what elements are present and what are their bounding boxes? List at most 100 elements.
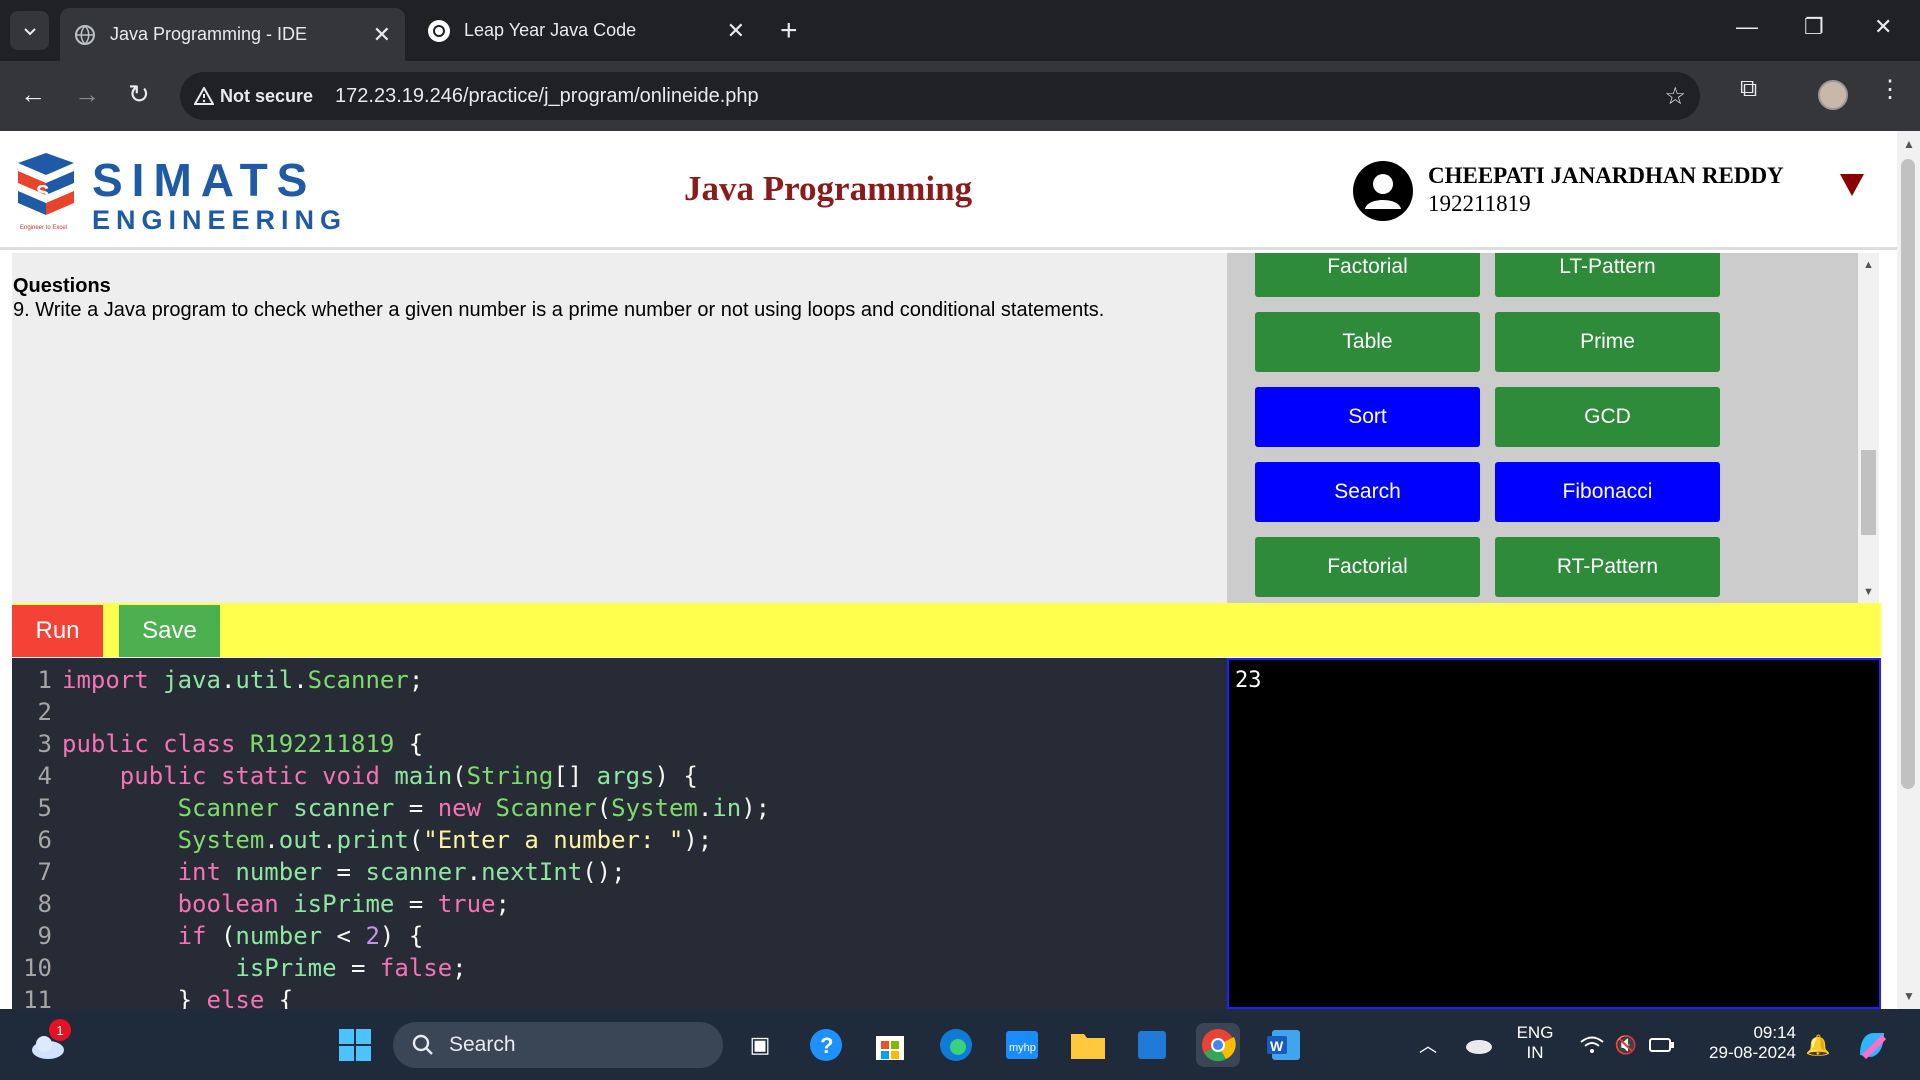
- browser-toolbar: ← → ↻ Not secure 172.23.19.246/practice/…: [0, 61, 1920, 131]
- bookmark-star-icon[interactable]: ☆: [1664, 82, 1686, 111]
- code-line[interactable]: 8 boolean isPrime = true;: [12, 890, 510, 922]
- new-tab-button[interactable]: +: [780, 14, 798, 48]
- language-code: ENG: [1516, 1023, 1554, 1042]
- scroll-up-icon[interactable]: ▲: [1903, 137, 1915, 151]
- scroll-thumb[interactable]: [1861, 450, 1876, 535]
- close-tab-icon[interactable]: ✕: [373, 22, 391, 48]
- code-line[interactable]: 2: [12, 698, 62, 730]
- copilot-icon[interactable]: [1850, 1023, 1894, 1067]
- code-text[interactable]: System.out.print("Enter a number: ");: [62, 826, 713, 854]
- back-icon[interactable]: ←: [20, 79, 46, 110]
- scroll-down-icon[interactable]: ▼: [1863, 586, 1874, 598]
- scroll-up-icon[interactable]: ▲: [1863, 259, 1874, 271]
- user-avatar-icon[interactable]: [1353, 161, 1413, 221]
- help-icon[interactable]: ?: [804, 1023, 848, 1067]
- program-button-rt-pattern[interactable]: RT-Pattern: [1495, 537, 1720, 597]
- code-text[interactable]: Scanner scanner = new Scanner(System.in)…: [62, 794, 771, 822]
- tab-search-button[interactable]: [10, 11, 49, 50]
- code-line[interactable]: 7 int number = scanner.nextInt();: [12, 858, 626, 890]
- line-number: 3: [37, 730, 52, 758]
- code-text[interactable]: public class R192211819 {: [62, 730, 423, 758]
- onedrive-icon[interactable]: [1456, 1023, 1500, 1067]
- tab-leap-year[interactable]: Leap Year Java Code ✕: [414, 8, 759, 53]
- program-button-search[interactable]: Search: [1255, 462, 1480, 522]
- code-line[interactable]: 1 import java.util.Scanner;: [12, 666, 424, 698]
- code-text[interactable]: int number = scanner.nextInt();: [62, 858, 626, 886]
- chrome-icon[interactable]: [1196, 1023, 1240, 1067]
- extensions-icon[interactable]: ⧉: [1740, 75, 1757, 103]
- close-window-icon[interactable]: ✕: [1874, 14, 1892, 40]
- code-editor[interactable]: 1 import java.util.Scanner; 2 3 public class…: [12, 658, 1227, 1009]
- line-number: 11: [23, 986, 52, 1009]
- code-line[interactable]: 6 System.out.print("Enter a number: ");: [12, 826, 713, 858]
- app-icon[interactable]: [1130, 1023, 1174, 1067]
- save-button[interactable]: Save: [119, 605, 220, 657]
- close-tab-icon[interactable]: ✕: [727, 18, 745, 44]
- file-explorer-icon[interactable]: [1066, 1023, 1110, 1067]
- forward-icon[interactable]: →: [74, 79, 100, 110]
- clock[interactable]: 09:14 29-08-2024: [1692, 1023, 1796, 1063]
- battery-icon[interactable]: [1640, 1023, 1684, 1067]
- program-button-sort[interactable]: Sort: [1255, 387, 1480, 447]
- code-line[interactable]: 3 public class R192211819 {: [12, 730, 424, 762]
- program-button-factorial-2[interactable]: Factorial: [1255, 537, 1480, 597]
- user-name: CHEEPATI JANARDHAN REDDY: [1428, 163, 1784, 188]
- output-console[interactable]: 23: [1227, 658, 1881, 1009]
- program-button-fibonacci[interactable]: Fibonacci: [1495, 462, 1720, 522]
- show-hidden-icons-icon[interactable]: ︿: [1406, 1023, 1450, 1067]
- page-scrollbar[interactable]: ▲ ▼: [1897, 131, 1920, 1009]
- user-dropdown-arrow-icon[interactable]: [1840, 174, 1864, 196]
- code-text[interactable]: isPrime = false;: [62, 954, 466, 982]
- program-button-prime[interactable]: Prime: [1495, 312, 1720, 372]
- scroll-down-icon[interactable]: ▼: [1903, 989, 1915, 1003]
- warning-icon: [194, 87, 214, 105]
- tab-title: Java Programming - IDE: [110, 24, 308, 44]
- taskbar-search[interactable]: Search: [393, 1022, 723, 1068]
- program-button-table[interactable]: Table: [1255, 312, 1480, 372]
- code-text[interactable]: if (number < 2) {: [62, 922, 424, 950]
- chatgpt-icon: [428, 19, 450, 42]
- line-number: 8: [37, 890, 52, 918]
- tab-java-programming[interactable]: Java Programming - IDE ✕: [60, 8, 405, 61]
- reload-icon[interactable]: ↻: [128, 79, 150, 110]
- code-line[interactable]: 9 if (number < 2) {: [12, 922, 424, 954]
- security-indicator[interactable]: Not secure: [194, 86, 325, 107]
- globe-icon: [74, 24, 96, 46]
- svg-text:myhp: myhp: [1009, 1042, 1036, 1054]
- program-button-factorial[interactable]: Factorial: [1255, 253, 1480, 297]
- program-button-gcd[interactable]: GCD: [1495, 387, 1720, 447]
- edge-icon[interactable]: [934, 1023, 978, 1067]
- code-text[interactable]: import java.util.Scanner;: [62, 666, 423, 694]
- code-line[interactable]: 5 Scanner scanner = new Scanner(System.i…: [12, 794, 771, 826]
- line-number: 7: [37, 858, 52, 886]
- restore-icon[interactable]: ❐: [1804, 14, 1824, 40]
- svg-text:?: ?: [820, 1033, 833, 1058]
- code-line[interactable]: 11 } else {: [12, 986, 293, 1009]
- line-number: 10: [23, 954, 52, 982]
- menu-kebab-icon[interactable]: ⋮: [1878, 75, 1902, 104]
- minimize-icon[interactable]: —: [1736, 14, 1758, 40]
- address-bar[interactable]: Not secure 172.23.19.246/practice/j_prog…: [180, 72, 1700, 120]
- scroll-thumb[interactable]: [1901, 159, 1915, 789]
- start-icon[interactable]: [333, 1023, 377, 1067]
- code-line[interactable]: 10 isPrime = false;: [12, 954, 467, 986]
- language-indicator[interactable]: ENG IN: [1512, 1023, 1558, 1063]
- program-button-lt-pattern[interactable]: LT-Pattern: [1495, 253, 1720, 297]
- not-secure-label: Not secure: [220, 85, 314, 106]
- profile-avatar[interactable]: [1818, 80, 1848, 110]
- word-icon[interactable]: W: [1262, 1023, 1306, 1067]
- code-text[interactable]: boolean isPrime = true;: [62, 890, 510, 918]
- microsoft-store-icon[interactable]: [868, 1023, 912, 1067]
- page-title: Java Programming: [684, 169, 973, 208]
- line-number: 6: [37, 826, 52, 854]
- url-text[interactable]: 172.23.19.246/practice/j_program/onlinei…: [335, 85, 759, 108]
- run-button[interactable]: Run: [12, 605, 103, 657]
- button-panel-scrollbar[interactable]: ▲ ▼: [1858, 253, 1879, 603]
- line-number: 5: [37, 794, 52, 822]
- code-text[interactable]: } else {: [62, 986, 294, 1009]
- task-view-icon[interactable]: ▣: [738, 1023, 782, 1067]
- myhp-icon[interactable]: myhp: [1000, 1023, 1044, 1067]
- code-line[interactable]: 4 public static void main(String[] args)…: [12, 762, 698, 794]
- notification-bell-icon[interactable]: 🔔: [1796, 1023, 1840, 1067]
- code-text[interactable]: public static void main(String[] args) {: [62, 762, 698, 790]
